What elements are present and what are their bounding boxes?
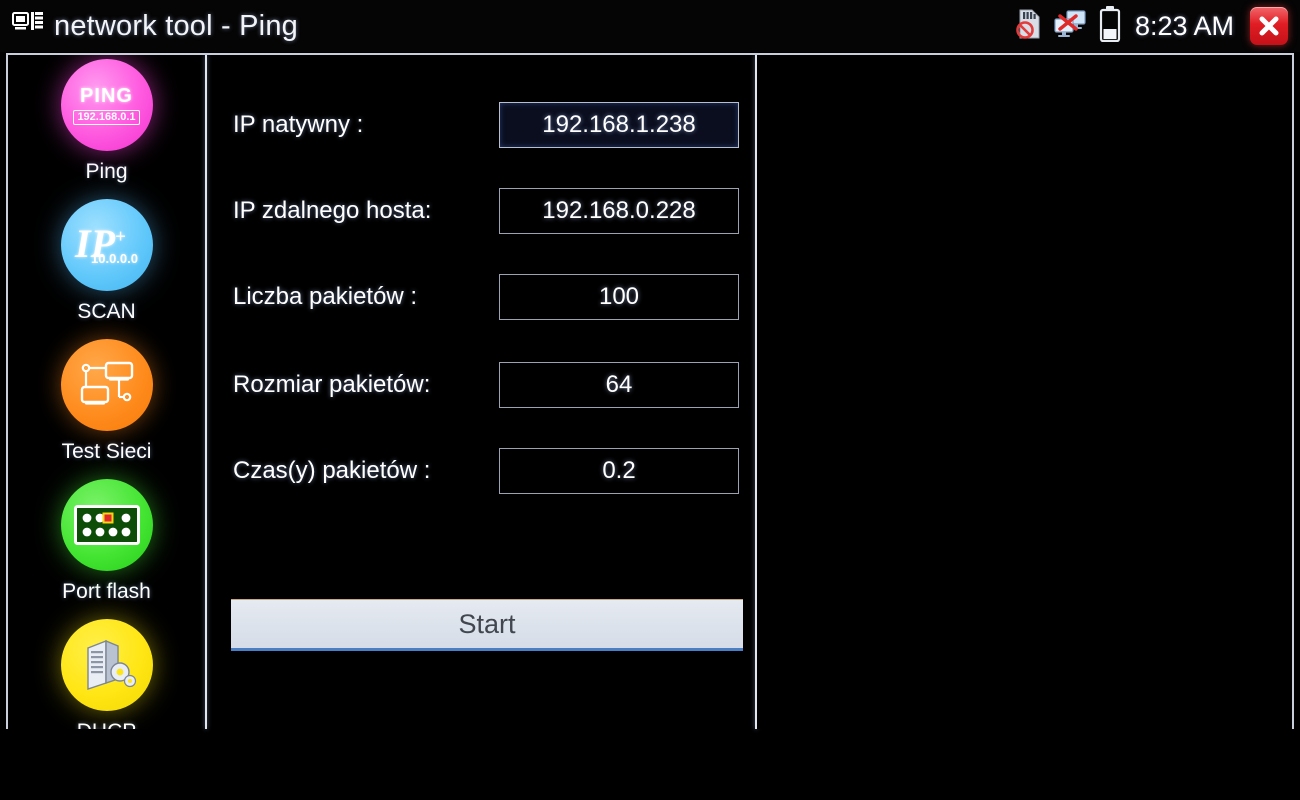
ip-scan-icon: IP+ 10.0.0.0 — [60, 199, 153, 291]
sidebar-item-port-flash[interactable]: Port flash — [8, 479, 205, 619]
local-ip-input[interactable]: 192.168.1.238 — [499, 102, 739, 148]
sidebar-item-ping[interactable]: PING 192.168.0.1 Ping — [8, 59, 205, 199]
window-title: network tool - Ping — [54, 9, 298, 42]
form-row-local-ip: IP natywny : 192.168.1.238 — [207, 102, 755, 148]
sidebar-item-label: Port flash — [62, 580, 151, 603]
title-bar: network tool - Ping 8:23 AM — [0, 0, 1300, 52]
form-row-packet-count: Liczba pakietów : 100 — [207, 274, 755, 320]
packet-time-input[interactable]: 0.2 — [499, 448, 739, 494]
sidebar-item-label: DHCP — [77, 720, 137, 729]
form-row-packet-time: Czas(y) pakietów : 0.2 — [207, 448, 755, 494]
field-label: IP zdalnego hosta: — [233, 197, 432, 224]
sidebar-item-label: Test Sieci — [61, 440, 152, 463]
ping-form-panel: IP natywny : 192.168.1.238 IP zdalnego h… — [207, 55, 755, 729]
ping-icon: PING 192.168.0.1 — [60, 59, 153, 151]
title-bar-left: network tool - Ping — [12, 10, 298, 43]
form-row-packet-size: Rozmiar pakietów: 64 — [207, 362, 755, 408]
close-button[interactable] — [1250, 7, 1288, 45]
sidebar-item-scan[interactable]: IP+ 10.0.0.0 SCAN — [8, 199, 205, 339]
ping-icon-subtitle: 192.168.0.1 — [73, 109, 140, 125]
ping-icon-title: PING — [80, 84, 133, 107]
network-test-icon — [60, 339, 153, 431]
remote-host-ip-input[interactable]: 192.168.0.228 — [499, 188, 739, 234]
field-label: Czas(y) pakietów : — [233, 457, 431, 484]
scan-icon-subtitle: 10.0.0.0 — [91, 250, 138, 266]
sidebar-item-label: Ping — [85, 160, 128, 183]
dhcp-server-icon — [60, 619, 153, 711]
form-row-remote-ip: IP zdalnego hosta: 192.168.0.228 — [207, 188, 755, 234]
network-devices-icon — [12, 10, 44, 43]
port-flash-icon — [60, 479, 153, 571]
device-screen: network tool - Ping 8:23 AM PING 192.168… — [0, 0, 1300, 800]
frame-right-border — [1292, 55, 1294, 729]
sd-card-disabled-icon — [1015, 8, 1041, 45]
network-disconnected-icon — [1053, 9, 1087, 44]
packet-count-input[interactable]: 100 — [499, 274, 739, 320]
packet-size-input[interactable]: 64 — [499, 362, 739, 408]
field-label: Rozmiar pakietów: — [233, 371, 431, 398]
battery-icon — [1099, 5, 1121, 47]
field-label: Liczba pakietów : — [233, 283, 418, 310]
content-frame: PING 192.168.0.1 Ping IP+ 10.0.0.0 SCAN … — [6, 53, 1294, 729]
title-bar-status-area: 8:23 AM — [1015, 0, 1300, 52]
status-clock: 8:23 AM — [1134, 10, 1234, 41]
sidebar[interactable]: PING 192.168.0.1 Ping IP+ 10.0.0.0 SCAN … — [8, 55, 205, 729]
ping-results-panel[interactable] — [757, 55, 1292, 729]
sidebar-item-label: SCAN — [77, 300, 136, 323]
field-label: IP natywny : — [233, 111, 364, 138]
sidebar-item-network-test[interactable]: Test Sieci — [8, 339, 205, 479]
start-button[interactable]: Start — [231, 599, 743, 651]
sidebar-item-dhcp[interactable]: DHCP — [8, 619, 205, 729]
